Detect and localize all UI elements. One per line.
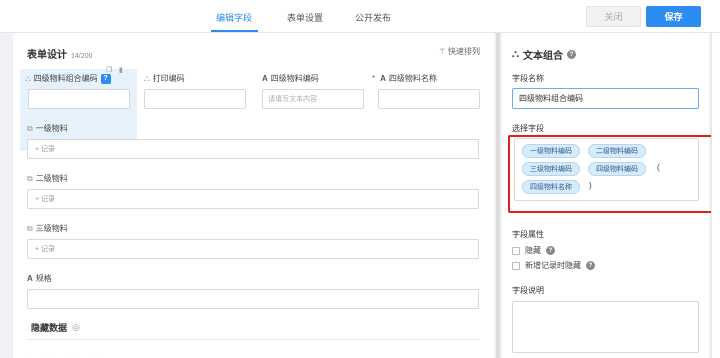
form-design-panel: 表单设计 14/200 ⚚ 快速排列 ⛬ 四级物料组合编码 ? ❐ ▮ ⛬ 打印编…: [13, 33, 494, 358]
field-chip[interactable]: 三级物料编码: [522, 162, 580, 176]
dotted-separator: · · · · · · ·: [27, 353, 107, 358]
subform-level3-add[interactable]: + 记录: [27, 239, 479, 259]
level4-code-input[interactable]: 请填写文本内容: [262, 89, 364, 109]
help-icon[interactable]: ?: [586, 261, 595, 270]
field-level4-name-label: * A 四级物料名称: [372, 73, 437, 84]
field-label: 一级物料: [35, 124, 68, 133]
level4-name-input[interactable]: [378, 89, 480, 109]
quick-sort-label: 快速排列: [448, 47, 480, 56]
panel-title: ⛬ 文本组合 ?: [512, 47, 576, 62]
form-title: 表单设计 14/200: [27, 46, 92, 61]
hidden-data-label: 隐藏数据: [31, 323, 68, 333]
active-tab-indicator: [211, 30, 258, 32]
subform-icon: ⧉: [27, 223, 33, 233]
help-icon[interactable]: ?: [567, 50, 576, 59]
hide-label: 隐藏: [525, 246, 541, 255]
combo-field-icon: ⛬: [25, 73, 31, 83]
combo-field-icon: ⛬: [512, 49, 519, 60]
close-paren: ): [589, 181, 592, 190]
hide-on-new-checkbox[interactable]: [512, 261, 520, 270]
hide-checkbox[interactable]: [512, 246, 520, 255]
magic-wand-icon: ⚚: [438, 47, 446, 56]
field-print-code-label: ⛬ 打印编码: [144, 73, 185, 84]
hide-on-new-label: 新增记录时隐藏: [525, 261, 581, 270]
tab-form-settings[interactable]: 表单设置: [287, 11, 323, 24]
delete-icon[interactable]: ▮: [119, 66, 123, 74]
field-label: 三级物料: [35, 224, 68, 233]
save-button[interactable]: 保存: [646, 6, 701, 27]
field-label: 四级物料组合编码: [33, 74, 98, 83]
field-label: 规格: [35, 274, 52, 283]
field-chip[interactable]: 四级物料编码: [588, 162, 646, 176]
subform-level3-label: ⧉ 三级物料: [27, 223, 68, 234]
divider: [27, 339, 479, 340]
field-description-input[interactable]: [512, 301, 699, 353]
field-name-label: 字段名称: [512, 74, 544, 83]
open-paren: (: [657, 163, 660, 172]
field-level4-code-label: A 四级物料编码: [262, 73, 319, 84]
form-scrollbar[interactable]: [496, 33, 500, 358]
field-attributes-label: 字段属性: [512, 230, 544, 239]
subform-icon: ⧉: [27, 123, 33, 133]
hide-on-new-checkbox-row[interactable]: 新增记录时隐藏 ?: [512, 260, 595, 271]
panel-title-text: 文本组合: [523, 51, 563, 62]
field-label-row: ⛬ 四级物料组合编码 ?: [25, 73, 111, 84]
required-marker: *: [372, 74, 376, 83]
help-icon[interactable]: ?: [546, 246, 555, 255]
field-label: 四级物料名称: [388, 74, 437, 83]
field-count: 14/200: [71, 53, 93, 60]
field-description-label: 字段说明: [512, 286, 544, 295]
field-name-input[interactable]: 四级物料组合编码: [512, 88, 699, 109]
spec-label: A 规格: [27, 273, 52, 284]
field-properties-panel: ⛬ 文本组合 ? 字段名称 四级物料组合编码 选择字段 一级物料编码 二级物料编…: [502, 33, 717, 358]
formula-editor[interactable]: 一级物料编码 二级物料编码 三级物料编码 四级物料编码 ( 四级物料名称 ): [514, 138, 699, 201]
field-label: 四级物料编码: [270, 74, 319, 83]
field-settings-badge[interactable]: ?: [100, 73, 111, 84]
text-field-icon: A: [262, 74, 268, 83]
combo-field-icon: ⛬: [144, 73, 150, 83]
combo-code-input[interactable]: [28, 89, 130, 109]
print-code-input[interactable]: [144, 89, 246, 109]
subform-level1-label: ⧉ 一级物料: [27, 123, 68, 134]
subform-level1-add[interactable]: + 记录: [27, 139, 479, 159]
subform-level2-add[interactable]: + 记录: [27, 189, 479, 209]
hide-checkbox-row[interactable]: 隐藏 ?: [512, 245, 555, 256]
subform-level2-label: ⧉ 二级物料: [27, 173, 68, 184]
field-label: 二级物料: [35, 174, 68, 183]
select-field-label: 选择字段: [512, 124, 544, 133]
hidden-data-title: 隐藏数据 ◎: [31, 321, 80, 334]
field-chip[interactable]: 一级物料编码: [522, 144, 580, 158]
quick-sort-button[interactable]: ⚚ 快速排列: [439, 46, 480, 57]
text-field-icon: A: [380, 74, 386, 83]
subform-icon: ⧉: [27, 173, 33, 183]
tab-edit-fields[interactable]: 编辑字段: [216, 11, 252, 24]
right-edge-strip: [711, 33, 720, 358]
field-chip[interactable]: 二级物料编码: [588, 144, 646, 158]
eye-off-icon: ◎: [72, 322, 80, 332]
spec-input[interactable]: [27, 289, 479, 309]
tab-public-publish[interactable]: 公开发布: [355, 11, 391, 24]
close-button[interactable]: 关闭: [586, 6, 641, 27]
form-title-text: 表单设计: [27, 50, 67, 61]
text-field-icon: A: [27, 274, 33, 283]
field-chip[interactable]: 四级物料名称: [522, 180, 580, 194]
copy-icon[interactable]: ❐: [106, 66, 112, 74]
field-label: 打印编码: [152, 74, 185, 83]
top-bar: 编辑字段 表单设置 公开发布 关闭 保存: [0, 0, 720, 33]
